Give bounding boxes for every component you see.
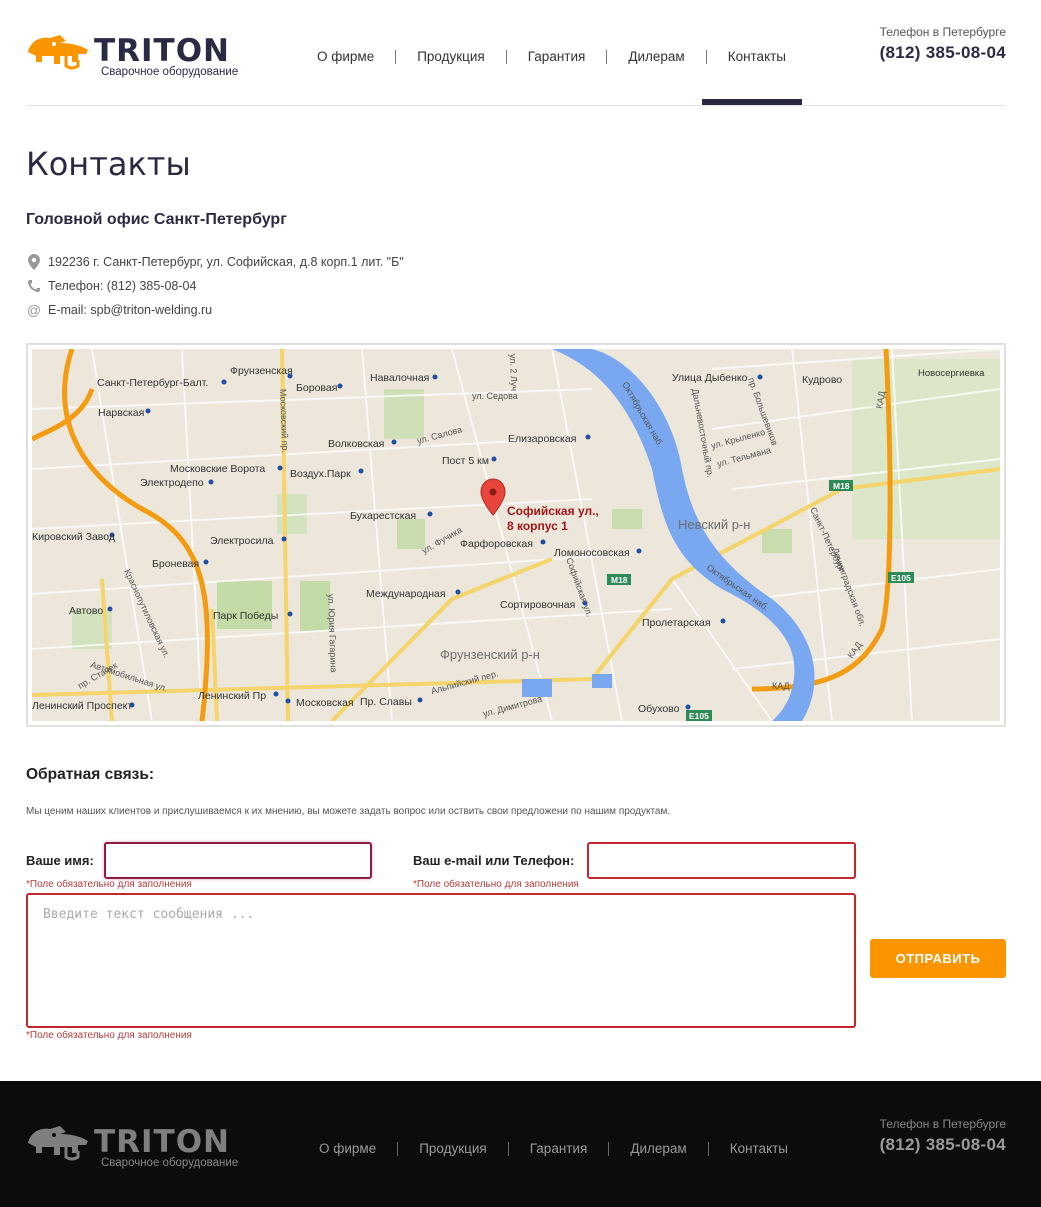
map-label: Кировский Завод — [32, 531, 115, 543]
header-divider — [26, 105, 1006, 106]
map-label: Нарвская — [98, 407, 144, 419]
logo[interactable]: TRITON Сварочное оборудование — [26, 30, 248, 80]
map-label: Ломоносовская — [554, 547, 630, 559]
feedback-title: Обратная связь: — [26, 766, 155, 783]
footer-nav-item-products[interactable]: Продукция — [397, 1142, 508, 1156]
header-phone-number[interactable]: (812) 385-08-04 — [880, 43, 1006, 63]
contact-email-text[interactable]: E-mail: spb@triton-welding.ru — [48, 303, 212, 317]
map-label: Электросила — [210, 535, 274, 547]
footer-phone-label: Телефон в Петербурге — [879, 1117, 1006, 1131]
map-label: Электродепо — [140, 477, 204, 489]
page-title: Контакты — [26, 145, 191, 183]
nav-item-warranty[interactable]: Гарантия — [505, 50, 607, 64]
map-label: Е105 — [891, 573, 911, 583]
map-label: Е105 — [689, 711, 709, 721]
map-label: Бухарестская — [350, 510, 416, 522]
map-label: ул. Седова — [472, 391, 518, 401]
nav-item-about[interactable]: О фирме — [296, 50, 395, 64]
map-frame: Санкт-Петербург-Балт. Фрунзенская Борова… — [26, 343, 1006, 727]
footer-nav-item-contacts[interactable]: Контакты — [707, 1142, 809, 1156]
footer-nav-item-dealers[interactable]: Дилерам — [608, 1142, 707, 1156]
map-label: Ленинский Пр — [198, 690, 266, 702]
map-marker-label-line1: Софийская ул., — [507, 504, 599, 518]
site-footer: TRITON Сварочное оборудование О фирме Пр… — [0, 1081, 1041, 1207]
logo-icon — [28, 1126, 88, 1161]
contact-input[interactable] — [587, 842, 856, 879]
map-label: Международная — [366, 588, 446, 600]
name-label: Ваше имя: — [26, 853, 94, 868]
footer-logo[interactable]: TRITON Сварочное оборудование — [26, 1121, 248, 1171]
map-label: Броневая — [152, 558, 199, 570]
map-label: М18 — [611, 575, 628, 585]
map-label: Московские Ворота — [170, 463, 265, 475]
name-required-hint: *Поле обязательно для заполнения — [26, 879, 192, 890]
map-label: М18 — [833, 481, 850, 491]
map-label: Волковская — [328, 438, 384, 450]
map-label: Воздух.Парк — [290, 468, 351, 480]
contact-address-text: 192236 г. Санкт-Петербург, ул. Софийская… — [48, 255, 404, 269]
map-label: Улица Дыбенко — [672, 372, 748, 384]
nav-item-contacts[interactable]: Контакты — [705, 50, 807, 64]
map-label: Боровая — [296, 382, 337, 394]
office-title: Головной офис Санкт-Петербург — [26, 211, 287, 228]
message-required-hint: *Поле обязательно для заполнения — [26, 1030, 192, 1041]
footer-logo-wordmark: TRITON — [94, 1124, 230, 1160]
header-phone: Телефон в Петербурге (812) 385-08-04 — [880, 25, 1006, 63]
map-label: Новосергиевка — [918, 368, 985, 379]
footer-phone: Телефон в Петербурге (812) 385-08-04 — [880, 1117, 1006, 1155]
name-input[interactable] — [104, 842, 372, 879]
map-label: КАД — [772, 681, 790, 691]
map-label: Ленинский Проспект — [32, 700, 132, 712]
map-label: Елизаровская — [508, 433, 576, 445]
submit-button[interactable]: ОТПРАВИТЬ — [870, 939, 1006, 978]
map-marker-label-line2: 8 корпус 1 — [507, 519, 568, 533]
at-icon: @ — [26, 302, 42, 318]
site-header: TRITON Сварочное оборудование О фирме Пр… — [0, 0, 1041, 107]
map-label: Невский р-н — [678, 517, 750, 532]
contact-email: @ E-mail: spb@triton-welding.ru — [26, 302, 212, 318]
footer-phone-number[interactable]: (812) 385-08-04 — [880, 1135, 1006, 1155]
logo-wordmark: TRITON — [94, 33, 230, 69]
map[interactable]: Санкт-Петербург-Балт. Фрунзенская Борова… — [32, 349, 1000, 721]
footer-nav-item-about[interactable]: О фирме — [298, 1142, 397, 1156]
logo-icon — [28, 35, 88, 70]
message-textarea[interactable] — [26, 893, 856, 1028]
phone-icon — [26, 278, 42, 294]
contact-required-hint: *Поле обязательно для заполнения — [413, 879, 579, 890]
footer-nav: О фирме Продукция Гарантия Дилерам Конта… — [298, 1139, 809, 1159]
map-label: Кудрово — [802, 374, 842, 386]
map-label: Навалочная — [370, 372, 429, 384]
feedback-description: Мы ценим наших клиентов и прислушиваемся… — [26, 806, 671, 817]
map-label: Обухово — [638, 703, 680, 715]
contact-address: 192236 г. Санкт-Петербург, ул. Софийская… — [26, 254, 404, 270]
map-label: Фарфоровская — [460, 538, 533, 550]
map-label: Пр. Славы — [360, 696, 412, 708]
contact-phone-text: Телефон: (812) 385-08-04 — [48, 279, 197, 293]
contact-label: Ваш e-mail или Телефон: — [413, 853, 575, 868]
logo-tagline: Сварочное оборудование — [101, 66, 239, 78]
map-label: Фрунзенский р-н — [440, 647, 540, 662]
map-label: Парк Победы — [213, 610, 278, 622]
main-nav: О фирме Продукция Гарантия Дилерам Конта… — [296, 47, 807, 67]
map-label: ул. 2 Луч — [508, 354, 519, 392]
footer-logo-tagline: Сварочное оборудование — [101, 1157, 239, 1169]
nav-item-products[interactable]: Продукция — [395, 50, 506, 64]
map-label: Пост 5 км — [442, 455, 489, 467]
map-canvas: Санкт-Петербург-Балт. Фрунзенская Борова… — [32, 349, 1000, 721]
location-pin-icon — [26, 254, 42, 270]
map-label: Пролетарская — [642, 617, 711, 629]
footer-nav-item-warranty[interactable]: Гарантия — [507, 1142, 609, 1156]
map-label: Сортировочная — [500, 599, 575, 611]
header-phone-label: Телефон в Петербурге — [879, 25, 1006, 39]
map-label: Санкт-Петербург-Балт. — [97, 377, 208, 389]
map-label: Автово — [69, 605, 103, 617]
map-label: Московская — [296, 697, 354, 709]
contact-phone: Телефон: (812) 385-08-04 — [26, 278, 196, 294]
nav-item-dealers[interactable]: Дилерам — [606, 50, 705, 64]
map-label: Фрунзенская — [230, 365, 293, 377]
